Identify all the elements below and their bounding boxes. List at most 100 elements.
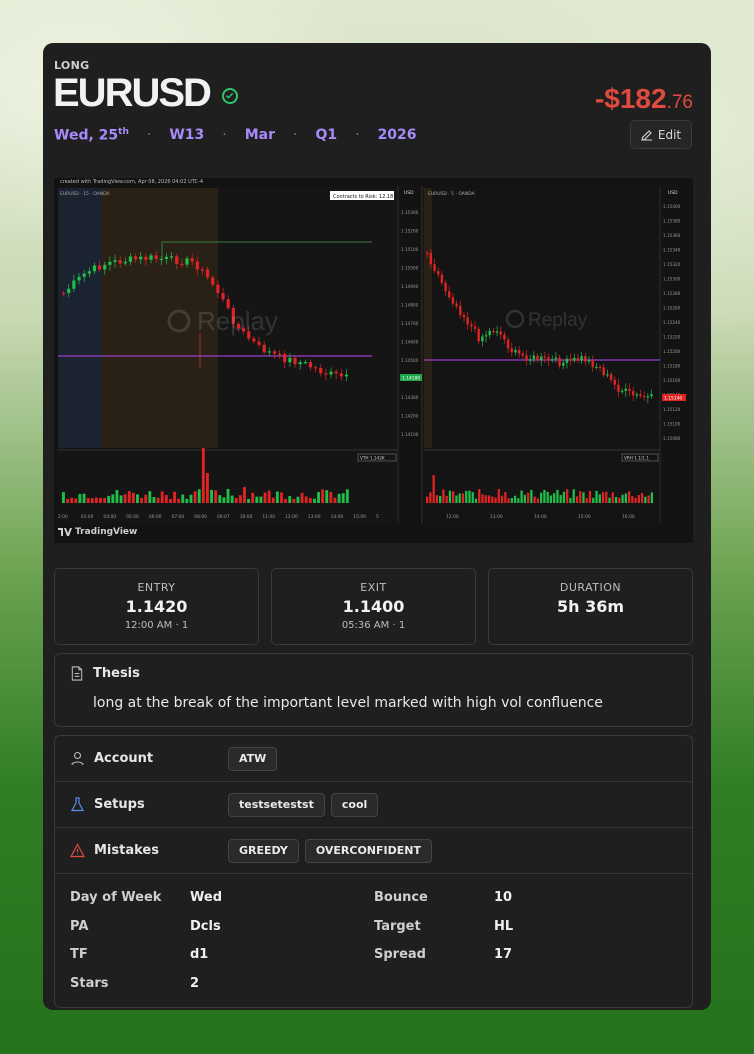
left-candle bbox=[283, 353, 287, 363]
left-volume-bar bbox=[181, 494, 185, 503]
right-volume-bar bbox=[504, 492, 507, 503]
left-volume-bar bbox=[300, 492, 304, 503]
right-candle bbox=[514, 349, 517, 353]
right-volume-bar bbox=[647, 495, 650, 503]
left-candle bbox=[92, 265, 97, 272]
date-month: Mar bbox=[244, 127, 275, 144]
left-time-label: 15:00 bbox=[353, 514, 366, 520]
pnl-main: -$182 bbox=[594, 83, 667, 114]
right-price-label: 1.15320 bbox=[663, 262, 681, 267]
left-volume-bar bbox=[292, 498, 296, 503]
chart-tooltip: Contracts to Risk: 12.18 bbox=[333, 194, 393, 200]
right-volume-bar bbox=[520, 490, 523, 503]
edit-button[interactable]: Edit bbox=[630, 120, 692, 149]
left-volume-bar bbox=[156, 497, 160, 503]
left-candle bbox=[211, 277, 215, 285]
right-price-badge: 1.15140 bbox=[664, 396, 682, 402]
field-label: Stars bbox=[70, 975, 109, 991]
left-volume-bar bbox=[189, 494, 193, 503]
right-candle bbox=[470, 324, 473, 327]
right-volume-bar bbox=[592, 497, 595, 503]
right-volume-bar bbox=[543, 490, 546, 503]
mistake-tag[interactable]: OVERCONFIDENT bbox=[304, 838, 432, 863]
right-candle bbox=[580, 356, 583, 361]
right-candle bbox=[650, 394, 653, 397]
right-volume-bar bbox=[572, 489, 575, 503]
pnl-amount: -$182.76 bbox=[595, 83, 693, 115]
left-volume-bar bbox=[123, 494, 127, 503]
thesis-panel: Thesis long at the break of the importan… bbox=[54, 653, 693, 727]
right-candle bbox=[543, 356, 547, 358]
left-volume-bar bbox=[74, 498, 78, 503]
chart-svg: 1.15300 1.15200 1.15100 1.15000 1.14900 1.148… bbox=[58, 179, 686, 523]
left-price-label: 1.14500 bbox=[401, 358, 419, 363]
chart-created-note: created with TradingView.com, Apr 08, 20… bbox=[60, 179, 203, 185]
right-candle bbox=[547, 357, 550, 361]
right-candle bbox=[444, 282, 447, 292]
right-volume-bar bbox=[608, 497, 611, 503]
right-candle bbox=[536, 355, 539, 361]
setup-tag[interactable]: cool bbox=[330, 792, 379, 817]
left-volume-bar bbox=[238, 495, 242, 503]
left-volume-bar bbox=[78, 494, 82, 503]
left-volume-bar bbox=[201, 448, 205, 503]
right-volume-bar bbox=[614, 496, 618, 503]
left-time-label: 09:07 bbox=[217, 514, 230, 520]
right-time-label: 13:00 bbox=[490, 514, 503, 520]
right-candle bbox=[462, 314, 466, 318]
left-candle bbox=[72, 280, 76, 289]
left-volume-bar bbox=[234, 498, 238, 503]
pnl-cents: .76 bbox=[666, 92, 693, 113]
left-candle bbox=[262, 344, 266, 353]
left-volume-bar bbox=[70, 497, 74, 503]
right-candle bbox=[617, 384, 620, 392]
right-volume-bar bbox=[553, 493, 556, 503]
right-volume-bar bbox=[549, 495, 553, 503]
right-volume-bar bbox=[598, 494, 601, 503]
left-volume-bar bbox=[103, 497, 107, 503]
right-volume-bar bbox=[445, 495, 448, 503]
left-price-label: 1.15200 bbox=[401, 229, 419, 234]
right-volume-bar bbox=[530, 489, 533, 503]
date-week: W13 bbox=[169, 127, 205, 144]
left-candle bbox=[103, 264, 107, 270]
left-volume-bar bbox=[243, 487, 246, 503]
right-candle bbox=[602, 367, 605, 376]
tradingview-icon bbox=[58, 528, 72, 536]
warning-icon bbox=[70, 843, 85, 858]
chart-right-symbol: EURUSD · 5 · OANDA bbox=[428, 191, 476, 197]
thesis-text: long at the break of the important level… bbox=[93, 695, 603, 711]
right-volume-bar bbox=[562, 491, 566, 503]
left-candle bbox=[206, 269, 210, 278]
right-volume-bar bbox=[513, 495, 517, 503]
field-value: Wed bbox=[190, 890, 222, 905]
right-price-label: 1.15080 bbox=[663, 436, 681, 441]
right-candle bbox=[455, 303, 458, 306]
right-candle bbox=[591, 360, 594, 368]
right-volume-bar bbox=[611, 492, 614, 503]
right-volume-bar bbox=[559, 495, 562, 503]
right-volume-bar bbox=[510, 498, 513, 503]
left-candle bbox=[67, 288, 71, 293]
left-volume-bar bbox=[168, 498, 172, 503]
right-volume-bar bbox=[640, 493, 644, 503]
mistake-tag[interactable]: GREEDY bbox=[228, 838, 299, 863]
right-volume-bar bbox=[500, 495, 504, 503]
right-candle bbox=[565, 358, 569, 363]
setup-tag[interactable]: testsetestst bbox=[228, 792, 325, 817]
field-value: Dcls bbox=[190, 918, 221, 934]
right-candle bbox=[584, 356, 587, 362]
right-price-label: 1.15400 bbox=[663, 204, 681, 209]
account-tags: ATW bbox=[228, 746, 283, 771]
properties-panel: Account ATW Setups testsetestst cool Mist… bbox=[54, 735, 693, 1008]
right-volume-bar bbox=[491, 496, 494, 503]
right-volume-bar bbox=[452, 491, 455, 503]
account-tag[interactable]: ATW bbox=[228, 746, 278, 771]
left-candle bbox=[329, 371, 333, 375]
right-volume-bar bbox=[461, 493, 465, 503]
right-candle bbox=[628, 388, 631, 392]
right-candle bbox=[573, 357, 576, 361]
left-candle bbox=[319, 368, 323, 374]
right-volume-bar bbox=[465, 490, 468, 503]
right-volume-bar bbox=[575, 496, 579, 503]
